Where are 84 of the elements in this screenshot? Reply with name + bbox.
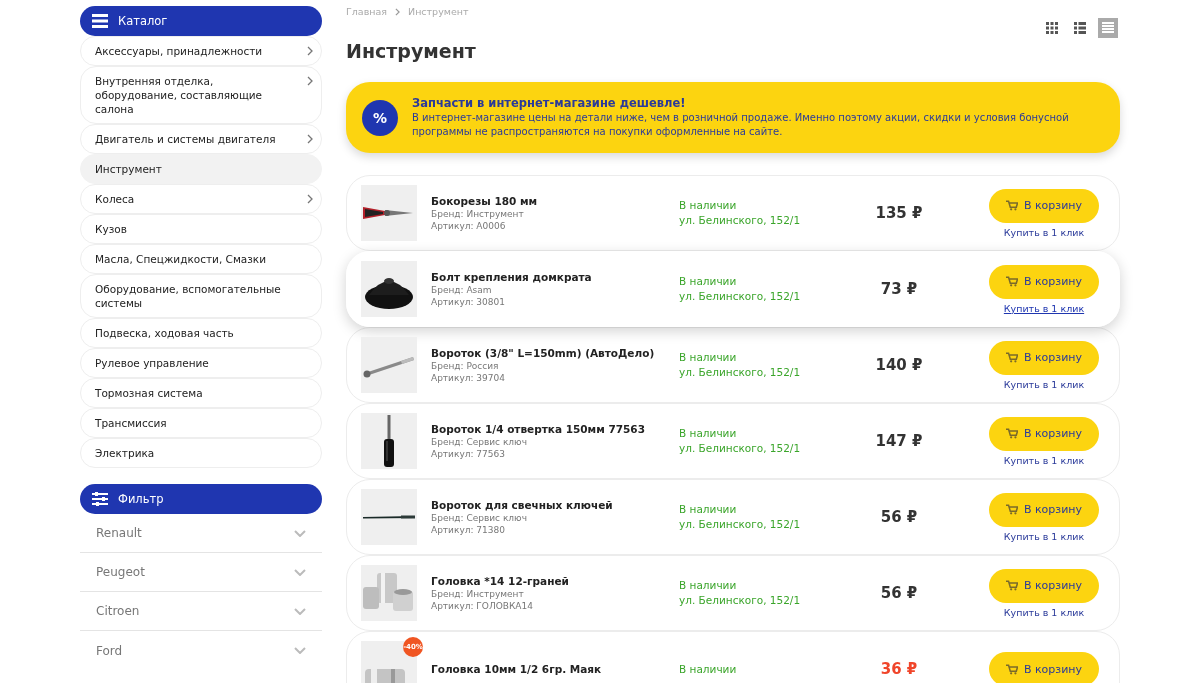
availability-status: В наличии [679,502,738,517]
product-sku: Артикул: 77563 [431,449,506,459]
cart-icon [1005,580,1018,591]
promo-text: В интернет-магазине цены на детали ниже, чем в розничной продаже. Именно поэтому акции, скидки и условия бонусной программы не распространяются на покупки оформленные на сайте. [412,111,1070,139]
product-name[interactable]: Болт крепления домкрата [431,271,667,283]
product-price: 135 ₽ [874,204,924,222]
product-brand: Бренд: Сервис ключ [431,513,528,523]
add-to-cart-button[interactable]: В корзину [989,652,1099,683]
availability-status: В наличии [679,661,738,677]
availability-status: В наличии [679,578,738,593]
product-sku: Артикул: 71380 [431,525,506,535]
filter-item[interactable]: Ford [80,631,322,670]
category-item[interactable]: Оборудование, вспомогательные системы [80,274,322,318]
product-brand: Бренд: Инструмент [431,209,525,219]
cart-icon [1005,504,1018,515]
chevron-right-icon [307,194,313,204]
availability-status: В наличии [679,350,738,365]
menu-icon [92,14,108,28]
quick-buy-link[interactable]: Купить в 1 клик [1003,530,1085,542]
add-to-cart-button[interactable]: В корзину [989,188,1099,223]
chevron-right-icon [307,46,313,56]
product-name[interactable]: Вороток для свечных ключей [431,499,667,511]
list-icon [1074,22,1086,34]
availability-status: В наличии [679,426,738,441]
product-price: 36 ₽ [879,660,919,678]
product-sku: Артикул: ГОЛОВКА14 [431,601,534,611]
product-name[interactable]: Головка *14 12-граней [431,575,667,587]
product-price: 140 ₽ [874,356,924,374]
grid-icon [1046,22,1058,34]
store-address: ул. Белинского, 152/1 [679,365,802,380]
quick-buy-link[interactable]: Купить в 1 клик [1003,454,1085,466]
cart-icon [1005,428,1018,439]
cart-icon [1005,200,1018,211]
chevron-right-icon [307,134,313,144]
add-to-cart-button[interactable]: В корзину [989,416,1099,451]
quick-buy-link[interactable]: Купить в 1 клик [1003,606,1085,618]
sliders-icon [92,492,108,506]
store-address: ул. Белинского, 152/1 [679,517,802,532]
add-to-cart-button[interactable]: В корзину [989,264,1099,299]
product-brand: Бренд: Asam [431,285,493,295]
cart-icon [1005,663,1018,675]
catalog-title: Каталог [118,14,168,28]
quick-buy-link[interactable]: Купить в 1 клик [1003,378,1085,390]
quick-buy-link[interactable]: Купить в 1 клик [1003,302,1085,314]
filter-item[interactable]: Citroen [80,592,322,631]
cart-icon [1005,352,1018,363]
product-name[interactable]: Головка 10мм 1/2 6гр. Маяк [431,663,667,675]
add-to-cart-button[interactable]: В корзину [989,492,1099,527]
store-address: ул. Белинского, 152/1 [679,213,802,228]
product-sku: Артикул: 30801 [431,297,506,307]
product-price: 73 ₽ [879,280,919,298]
catalog-header[interactable]: Каталог [80,6,322,36]
store-address: ул. Белинского, 152/1 [679,593,802,608]
add-to-cart-button[interactable]: В корзину [989,340,1099,375]
product-brand: Бренд: Россия [431,361,500,371]
quick-buy-link[interactable]: Купить в 1 клик [1003,226,1085,238]
store-address: ул. Белинского, 152/1 [679,441,802,456]
chevron-right-icon [307,76,313,86]
product-sku: Артикул: A0006 [431,221,507,231]
product-sku: Артикул: 39704 [431,373,506,383]
filter-header[interactable]: Фильтр [80,484,322,514]
table-icon [1102,22,1114,34]
product-price: 56 ₽ [879,508,919,526]
product-brand: Бренд: Инструмент [431,589,525,599]
filter-title: Фильтр [118,492,164,506]
availability-status: В наличии [679,274,738,289]
store-address: ул. Белинского, 152/1 [679,289,802,304]
product-name[interactable]: Вороток (3/8" L=150mm) (АвтоДело) [431,347,667,359]
category-item[interactable]: Инструмент [80,154,322,184]
product-price: 56 ₽ [879,584,919,602]
cart-icon [1005,276,1018,287]
promo-title: Запчасти в интернет-магазине дешевле! [412,96,687,110]
percent-badge: % [362,99,398,136]
availability-status: В наличии [679,198,738,213]
product-name[interactable]: Вороток 1/4 отвертка 150мм 77563 [431,423,667,435]
product-price: 147 ₽ [874,432,924,450]
filter-item[interactable]: Peugeot [80,553,322,592]
product-name[interactable]: Бокорезы 180 мм [431,195,667,207]
filter-item[interactable]: Renault [80,514,322,553]
chevron-right-icon [395,7,401,16]
category-item[interactable]: Внутренняя отделка, оборудование, составляющие салона [80,66,322,124]
page-title: Инструмент [346,40,477,62]
product-brand: Бренд: Сервис ключ [431,437,528,447]
add-to-cart-button[interactable]: В корзину [989,568,1099,603]
